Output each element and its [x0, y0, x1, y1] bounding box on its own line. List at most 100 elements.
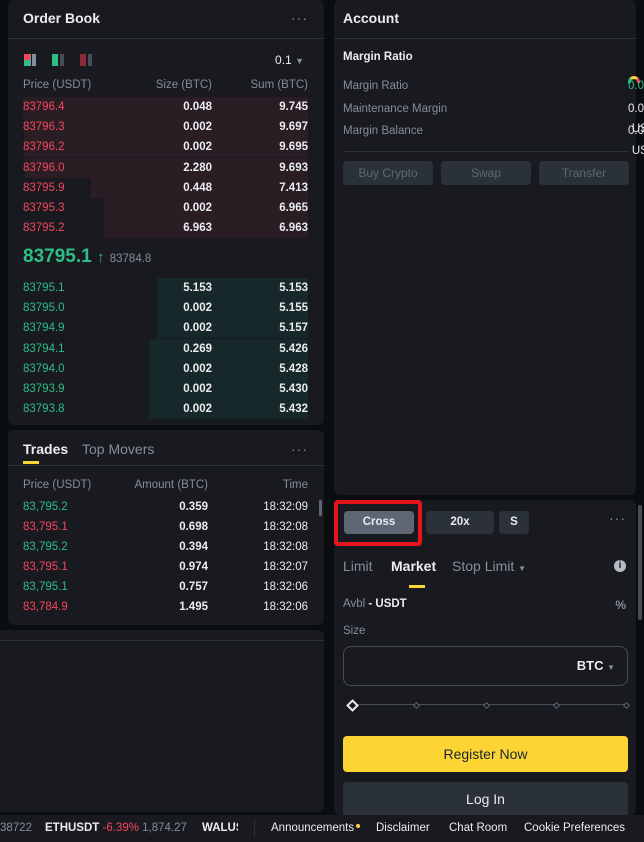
ticker-symbol: ETHUSDT [45, 822, 100, 834]
depth-bar [24, 137, 308, 158]
slider-tick[interactable] [552, 701, 560, 709]
col-price: Price (USDT) [23, 79, 92, 91]
info-icon[interactable]: i [614, 560, 626, 572]
avbl-value: - USDT [368, 598, 407, 610]
ask-row[interactable]: 83796.3 0.002 9.697 [23, 117, 308, 138]
size-unit-select[interactable]: BTC ▼ [577, 658, 615, 673]
link-disclaimer[interactable]: Disclaimer [376, 815, 430, 842]
trade-row: 83,795.1 0.974 18:32:07 [23, 557, 308, 577]
swap-button[interactable]: Swap [441, 161, 531, 185]
order-form-panel: Cross 20x S ··· Limit Market Stop Limit … [334, 500, 636, 818]
bid-row[interactable]: 83795.1 5.153 5.153 [23, 278, 308, 298]
ticker-walusdt[interactable]: WALUS [202, 815, 238, 842]
trade-time: 18:32:07 [263, 561, 308, 573]
price: 83796.3 [23, 121, 65, 134]
size: 0.002 [183, 383, 212, 395]
account-item: Maintenance Margin0.0000 USDT [343, 99, 644, 135]
trade-row: 83,795.2 0.394 18:32:08 [23, 537, 308, 557]
footer: 38722 ETHUSDT -6.39% 1,874.27 WALUS Anno… [0, 815, 644, 842]
tab-trades[interactable]: Trades [23, 441, 68, 457]
tick-size-select[interactable]: 0.1 ▼ [275, 53, 304, 67]
log-in-button[interactable]: Log In [343, 782, 628, 818]
more-icon[interactable]: ··· [291, 441, 308, 457]
ask-row[interactable]: 83795.2 6.963 6.963 [23, 218, 308, 239]
size: 0.002 [183, 403, 212, 416]
mode-button[interactable]: S [499, 511, 529, 534]
caret-down-icon: ▼ [295, 56, 304, 66]
price: 83793.9 [23, 383, 65, 395]
arrow-up-icon: ↑ [96, 249, 105, 266]
price: 83795.1 [23, 282, 65, 294]
col-size: Size (BTC) [155, 79, 212, 91]
bid-row[interactable]: 83794.9 0.002 5.157 [23, 318, 308, 339]
trade-time: 18:32:08 [263, 521, 308, 533]
view-both-icon[interactable] [24, 54, 36, 66]
caret-down-icon: ▼ [607, 663, 615, 672]
scrollbar[interactable] [319, 500, 322, 516]
bottom-left-panel [0, 630, 324, 812]
bid-row[interactable]: 83794.0 0.002 5.428 [23, 358, 308, 379]
bid-row[interactable]: 83795.0 0.002 5.155 [23, 298, 308, 319]
account-item-label: Margin Balance [343, 125, 423, 137]
ask-row[interactable]: 83795.3 0.002 6.965 [23, 198, 308, 218]
sum: 5.157 [279, 322, 308, 335]
link-chat-room[interactable]: Chat Room [449, 815, 507, 842]
slider-handle[interactable] [345, 698, 359, 712]
right-scrollbar[interactable] [638, 505, 642, 620]
trade-amount: 1.495 [179, 601, 208, 613]
slider-tick[interactable] [622, 701, 630, 709]
tab-stop-limit[interactable]: Stop Limit ▼ [452, 558, 526, 574]
more-icon[interactable]: ··· [609, 510, 626, 526]
ticker-ethusdt[interactable]: ETHUSDT -6.39% 1,874.27 [45, 815, 187, 842]
transfer-button[interactable]: Transfer [539, 161, 629, 185]
view-bids-icon[interactable] [52, 54, 64, 66]
size: 0.002 [183, 141, 212, 154]
ask-row[interactable]: 83796.2 0.002 9.695 [23, 137, 308, 158]
size-label: Size [343, 625, 366, 637]
account-item-label: Margin Ratio [343, 80, 409, 92]
ask-row[interactable]: 83796.0 2.280 9.693 [23, 157, 308, 178]
view-asks-icon[interactable] [80, 54, 92, 66]
price: 83794.9 [23, 322, 65, 335]
slider-tick[interactable] [412, 701, 420, 709]
margin-ratio-heading: Margin Ratio [343, 51, 413, 63]
size-input[interactable]: BTC ▼ [343, 646, 628, 686]
buy-crypto-button[interactable]: Buy Crypto [343, 161, 433, 185]
account-item: Margin Balance 0.0000 USDT [343, 121, 644, 157]
price: 83796.0 [23, 161, 65, 174]
slider-tick[interactable] [482, 701, 490, 709]
size: 0.048 [183, 101, 212, 113]
size: 0.002 [183, 121, 212, 134]
ask-row[interactable]: 83796.4 0.048 9.745 [23, 97, 308, 117]
transfer-icon[interactable]: % [615, 598, 626, 612]
tab-market[interactable]: Market [391, 558, 436, 574]
tab-top-movers[interactable]: Top Movers [82, 441, 154, 457]
account-item-label: Maintenance Margin [343, 102, 448, 115]
more-icon[interactable]: ··· [291, 10, 308, 26]
sum: 9.695 [279, 141, 308, 154]
trade-row: 83,784.9 1.495 18:32:06 [23, 597, 308, 617]
order-book-panel: Order Book ··· 0.1 ▼ Price (USDT) Size (… [8, 0, 324, 425]
leverage-button[interactable]: 20x [426, 511, 494, 534]
trade-amount: 0.359 [179, 501, 208, 513]
trade-amount: 0.394 [179, 541, 208, 553]
size: 0.448 [183, 181, 212, 194]
bid-row[interactable]: 83793.9 0.002 5.430 [23, 379, 308, 399]
ask-row[interactable]: 83795.9 0.448 7.413 [23, 177, 308, 198]
register-now-button[interactable]: Register Now [343, 736, 628, 772]
margin-mode-button[interactable]: Cross [344, 511, 414, 534]
bid-row[interactable]: 83794.1 0.269 5.426 [23, 338, 308, 359]
size-slider[interactable] [345, 698, 630, 712]
stop-limit-label: Stop Limit [452, 558, 515, 574]
price: 83796.4 [23, 101, 65, 113]
notification-dot [356, 824, 360, 828]
trade-time: 18:32:09 [263, 501, 308, 513]
link-announcements[interactable]: Announcements [271, 815, 354, 842]
link-cookie-preferences[interactable]: Cookie Preferences [524, 815, 625, 842]
trade-row: 83,795.1 0.757 18:32:06 [23, 577, 308, 597]
trade-time: 18:32:06 [263, 581, 308, 593]
tab-limit[interactable]: Limit [343, 558, 373, 574]
size: 0.002 [183, 302, 212, 315]
bid-row[interactable]: 83793.8 0.002 5.432 [23, 399, 308, 420]
sum: 5.430 [279, 383, 308, 395]
